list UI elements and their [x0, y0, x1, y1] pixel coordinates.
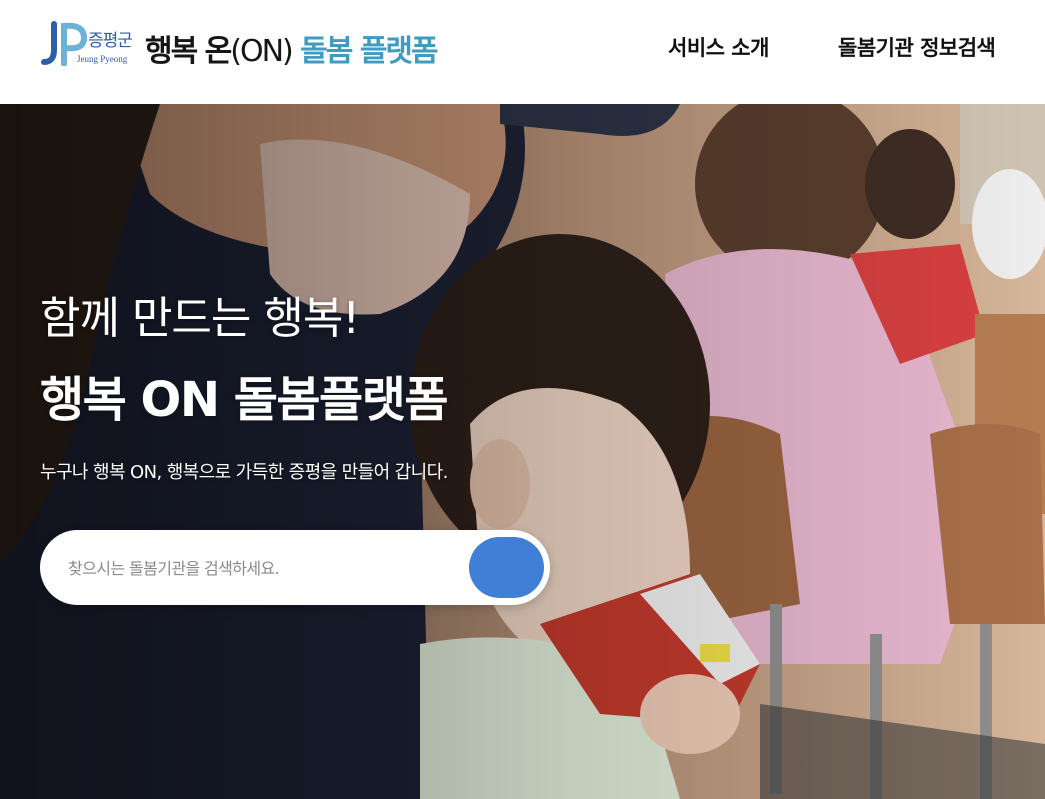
- facility-search-box: [40, 530, 550, 605]
- site-logo[interactable]: 증평군 Jeung Pyeong 행복 온(ON) 돌봄 플랫폼: [40, 18, 460, 70]
- hero-subtitle: 누구나 행복 ON, 행복으로 가득한 증평을 만들어 갑니다.: [40, 462, 448, 483]
- nav-facility-search[interactable]: 돌봄기관 정보검색: [838, 32, 996, 62]
- logo-title-part3: 돌봄 플랫폼: [300, 34, 438, 69]
- logo-title-part1: 행복 온: [145, 34, 232, 69]
- logo-title: 행복 온(ON) 돌봄 플랫폼: [145, 26, 439, 70]
- facility-search-input[interactable]: [66, 550, 460, 586]
- hero-headline-light: 함께 만드는 행복!: [40, 293, 360, 344]
- search-button[interactable]: [469, 537, 544, 598]
- logo-title-part2: (ON): [230, 34, 293, 69]
- hero-banner: 함께 만드는 행복! 행복 ON 돌봄플랫폼 누구나 행복 ON, 행복으로 가…: [0, 104, 1045, 799]
- logo-region-english: Jeung Pyeong: [77, 54, 128, 64]
- hero-headline-bold: 행복 ON 돌봄플랫폼: [40, 372, 449, 428]
- nav-service-intro[interactable]: 서비스 소개: [668, 32, 769, 62]
- site-header: 증평군 Jeung Pyeong 행복 온(ON) 돌봄 플랫폼 서비스 소개 …: [0, 0, 1045, 104]
- logo-region-korean: 증평군: [88, 31, 133, 51]
- hero-background-photo: [0, 104, 1045, 799]
